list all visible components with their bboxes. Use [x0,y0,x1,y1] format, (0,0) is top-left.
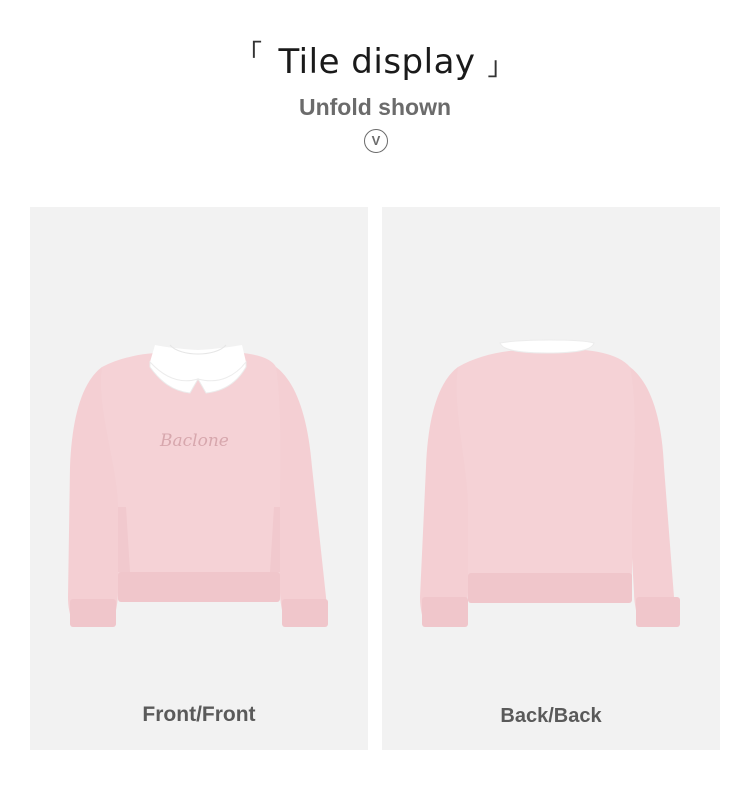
header: 「 Tile display 」 Unfold shown V [0,0,750,200]
front-caption: Front/Front [142,703,256,726]
back-view-panel: Back/Back [382,207,720,750]
title-text: Tile display [278,42,476,82]
sweater-back-image [420,339,680,627]
page-title: 「 Tile display 」 [0,34,750,83]
back-caption: Back/Back [500,705,602,727]
scroll-down-indicator-icon: V [364,129,388,153]
subtitle: Unfold shown [298,94,452,120]
title-bracket-right: 」 [487,52,515,82]
sweater-front-image [68,344,328,627]
title-bracket-left: 「 [235,40,263,70]
brand-embroidery: Baclone [160,431,229,451]
front-view-panel: Baclone Front/Front [30,207,368,750]
